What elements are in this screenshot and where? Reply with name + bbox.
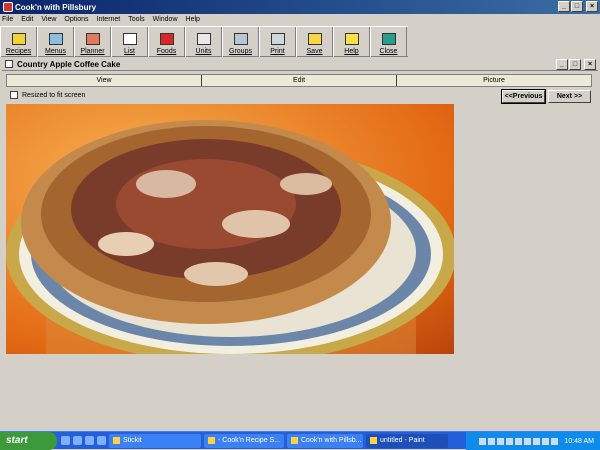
print-button[interactable]: Print [259, 27, 296, 57]
recipe-window-icon [5, 60, 13, 68]
tray-icon[interactable] [506, 437, 514, 445]
save-button[interactable]: Save [296, 27, 333, 57]
groups-icon [233, 33, 248, 45]
previous-button[interactable]: <<Previous [501, 89, 546, 104]
task-cookn-recipe[interactable]: - Cook'n Recipe S... [204, 433, 284, 448]
recipe-photo [6, 104, 454, 354]
close-icon [381, 33, 396, 45]
recipe-window-title[interactable]: Country Apple Coffee Cake _ □ × [2, 58, 598, 71]
resize-option[interactable]: Resized to fit screen [10, 91, 85, 99]
app-icon [113, 437, 120, 444]
quick-launch-icon[interactable] [61, 436, 70, 445]
tab-edit[interactable]: Edit [202, 75, 397, 86]
save-icon [307, 33, 322, 45]
help-button[interactable]: Help [333, 27, 370, 57]
menu-view[interactable]: View [41, 16, 56, 23]
menu-internet[interactable]: Internet [97, 16, 121, 23]
quick-launch-icon[interactable] [85, 436, 94, 445]
tray-icon[interactable] [488, 437, 496, 445]
tray-icon[interactable] [542, 437, 550, 445]
system-tray: 10:48 AM [466, 432, 600, 450]
minimize-button[interactable]: _ [558, 1, 570, 12]
menus-button[interactable]: Menus [37, 27, 74, 57]
recipes-button[interactable]: Recipes [0, 27, 37, 57]
quick-launch-icon[interactable] [97, 436, 106, 445]
close-window-button[interactable]: × [586, 1, 598, 12]
close-button[interactable]: Close [370, 27, 407, 57]
help-icon [344, 33, 359, 45]
menu-window[interactable]: Window [153, 16, 178, 23]
child-minimize-button[interactable]: _ [556, 59, 568, 70]
planner-button[interactable]: Planner [74, 27, 111, 57]
app-icon [291, 437, 298, 444]
child-close-button[interactable]: × [584, 59, 596, 70]
units-icon [196, 33, 211, 45]
recipe-tabs: View Edit Picture [6, 74, 592, 87]
task-stickit[interactable]: Stickit [109, 433, 201, 448]
task-paint[interactable]: untitled - Paint [366, 433, 448, 448]
resize-checkbox[interactable] [10, 91, 18, 99]
foods-button[interactable]: Foods [148, 27, 185, 57]
main-toolbar: Recipes Menus Planner List Foods Units G… [0, 26, 408, 57]
list-button[interactable]: List [111, 27, 148, 57]
menu-bar: File Edit View Options Internet Tools Wi… [0, 14, 600, 25]
tab-picture[interactable]: Picture [397, 75, 591, 86]
menu-edit[interactable]: Edit [21, 16, 33, 23]
app-icon [208, 437, 215, 444]
print-icon [270, 33, 285, 45]
menu-help[interactable]: Help [186, 16, 200, 23]
menu-tools[interactable]: Tools [128, 16, 144, 23]
app-icon [3, 2, 13, 12]
app-title-bar[interactable]: Cook'n with Pillsbury _ □ × [0, 0, 600, 14]
tray-icon[interactable] [479, 437, 487, 445]
foods-icon [159, 33, 174, 45]
tray-icon[interactable] [551, 437, 559, 445]
quick-launch-icon[interactable] [73, 436, 82, 445]
tray-icon[interactable] [533, 437, 541, 445]
paint-icon [370, 437, 377, 444]
list-icon [122, 33, 137, 45]
resize-label: Resized to fit screen [22, 91, 86, 99]
task-cookn-pillsbury[interactable]: Cook'n with Pillsb... [287, 433, 363, 448]
planner-icon [85, 33, 100, 45]
tab-view[interactable]: View [7, 75, 202, 86]
app-title: Cook'n with Pillsbury [15, 2, 97, 12]
recipes-icon [11, 33, 26, 45]
taskbar: start Stickit - Cook'n Recipe S... Cook'… [0, 431, 600, 450]
groups-button[interactable]: Groups [222, 27, 259, 57]
next-button[interactable]: Next >> [548, 90, 591, 103]
start-button[interactable]: start [0, 431, 57, 450]
menu-options[interactable]: Options [64, 16, 88, 23]
recipe-title: Country Apple Coffee Cake [17, 59, 121, 69]
child-maximize-button[interactable]: □ [569, 59, 581, 70]
units-button[interactable]: Units [185, 27, 222, 57]
quick-launch [61, 436, 106, 445]
menu-file[interactable]: File [2, 16, 13, 23]
tray-icon[interactable] [497, 437, 505, 445]
tray-icon[interactable] [515, 437, 523, 445]
tray-icon[interactable] [524, 437, 532, 445]
clock[interactable]: 10:48 AM [564, 438, 594, 445]
maximize-button[interactable]: □ [571, 1, 583, 12]
menus-icon [48, 33, 63, 45]
coffee-cake-image [6, 120, 454, 354]
